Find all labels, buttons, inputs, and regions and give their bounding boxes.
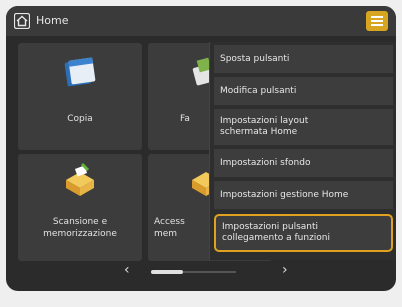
settings-menu: Sposta pulsanti Modifica pulsanti Impost… [209, 42, 396, 260]
home-screen: Home Copia Fa Scansione e memorizzazione… [6, 6, 396, 291]
menu-item-background[interactable]: Impostazioni sfondo [214, 149, 393, 177]
menu-item-home-management[interactable]: Impostazioni gestione Home [214, 181, 393, 209]
menu-item-function-link-buttons[interactable]: Impostazioni pulsanti collegamento a fun… [214, 214, 393, 252]
tile-scan-store[interactable]: Scansione e memorizzazione [18, 154, 142, 261]
tile-copy[interactable]: Copia [18, 43, 142, 150]
page-thumb [151, 270, 183, 274]
page-title: Home [36, 14, 69, 27]
tile-label: Copia [67, 114, 93, 124]
copy-icon [64, 57, 96, 87]
tile-label: Scansione e memorizzazione [43, 217, 117, 239]
next-page-button[interactable]: › [282, 262, 288, 278]
menu-item-move-buttons[interactable]: Sposta pulsanti [214, 45, 393, 73]
home-icon[interactable] [14, 13, 30, 29]
top-bar: Home [6, 6, 396, 36]
scan-store-icon [66, 162, 94, 196]
menu-item-home-layout[interactable]: Impostazioni layout schermata Home [214, 109, 393, 145]
menu-button[interactable] [366, 11, 388, 31]
page-indicator: ‹ › [6, 259, 396, 285]
prev-page-button[interactable]: ‹ [124, 262, 130, 278]
menu-icon [371, 16, 383, 18]
menu-item-edit-buttons[interactable]: Modifica pulsanti [214, 77, 393, 105]
